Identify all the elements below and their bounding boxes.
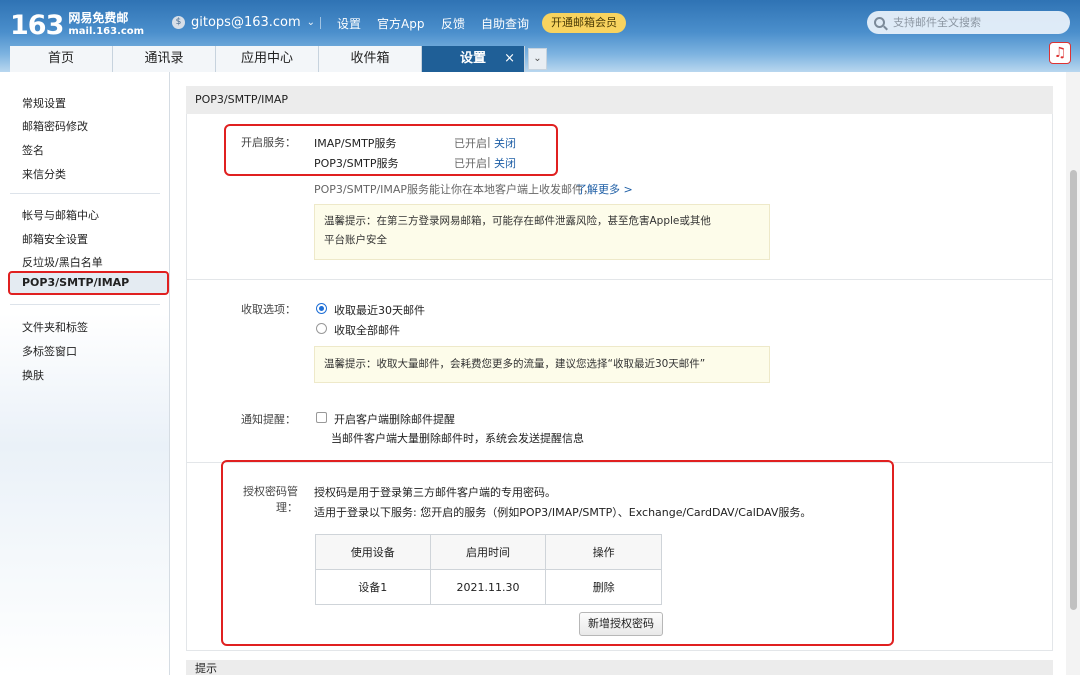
notify-checkbox[interactable] (316, 412, 327, 423)
tab-inbox[interactable]: 收件箱 (319, 46, 422, 72)
chevron-down-icon[interactable]: ⌄ (528, 48, 547, 70)
search-icon (874, 17, 885, 28)
separator: | (487, 155, 491, 168)
table-row: 设备1 2021.11.30 删除 (315, 569, 662, 605)
tab-app-center[interactable]: 应用中心 (216, 46, 319, 72)
top-header: 163 网易免费邮 mail.163.com $ gitops@163.com … (0, 0, 1080, 72)
search-input[interactable] (893, 16, 1063, 29)
search-box[interactable] (867, 11, 1070, 34)
separator: | (487, 135, 491, 148)
music-icon[interactable]: ♫ (1049, 42, 1071, 64)
sidebar-item-account-center[interactable]: 帐号与邮箱中心 (22, 207, 99, 223)
auth-description: 授权码是用于登录第三方邮件客户端的专用密码。 (314, 486, 556, 499)
tab-settings-label: 设置 (459, 51, 486, 66)
services-label: 开启服务： (241, 136, 296, 149)
close-icon[interactable]: × (504, 46, 515, 72)
imap-service-name: IMAP/SMTP服务 (314, 137, 397, 150)
fetch-all-radio[interactable] (316, 323, 327, 334)
enabled-date: 2021.11.30 (429, 569, 547, 605)
self-service-link[interactable]: 自助查询 (481, 15, 529, 32)
service-description: POP3/SMTP/IMAP服务能让你在本地客户端上收发邮件， (314, 183, 595, 196)
table-header-row: 使用设备 启用时间 操作 (315, 534, 662, 570)
fetch-30days-label[interactable]: 收取最近30天邮件 (334, 302, 425, 318)
tab-settings[interactable]: 设置 × (422, 46, 525, 72)
pop3-close-link[interactable]: 关闭 (494, 155, 516, 171)
logo-number: 163 (10, 9, 64, 41)
sidebar-item-password[interactable]: 邮箱密码修改 (22, 118, 88, 134)
pop3-service-name: POP3/SMTP服务 (314, 157, 399, 170)
auth-services: 适用于登录以下服务: 您开启的服务（例如POP3/IMAP/SMTP）、Exch… (314, 506, 812, 519)
account-menu[interactable]: $ gitops@163.com ⌄ (172, 15, 315, 30)
add-auth-password-button[interactable]: 新增授权密码 (579, 612, 663, 636)
device-name: 设备1 (315, 569, 431, 605)
col-device: 使用设备 (315, 534, 431, 570)
chevron-down-icon: ⌄ (306, 17, 316, 28)
notify-option-label[interactable]: 开启客户端删除邮件提醒 (334, 411, 455, 427)
tab-home[interactable]: 首页 (10, 46, 113, 72)
sidebar-item-mail-category[interactable]: 来信分类 (22, 166, 66, 182)
col-enabled-time: 启用时间 (429, 534, 547, 570)
sidebar-item-multi-tab[interactable]: 多标签窗口 (22, 343, 77, 359)
sidebar-item-folders[interactable]: 文件夹和标签 (22, 319, 88, 335)
sidebar-divider (10, 193, 160, 194)
fetch-30days-radio[interactable] (316, 303, 327, 314)
fetch-all-label[interactable]: 收取全部邮件 (334, 322, 400, 338)
notify-description: 当邮件客户端大量删除邮件时，系统会发送提醒信息 (331, 432, 584, 445)
imap-service-status: 已开启 (454, 137, 487, 150)
sidebar-item-pop3[interactable]: POP3/SMTP/IMAP (8, 271, 169, 295)
security-tip-line1: 温馨提示：在第三方登录网易邮箱，可能存在邮件泄露风险，甚至危害Apple或其他 (324, 215, 711, 227)
notify-label: 通知提醒： (241, 413, 296, 426)
mail-logo[interactable]: 163 网易免费邮 mail.163.com (10, 8, 144, 42)
logo-domain: mail.163.com (68, 26, 145, 37)
official-app-link[interactable]: 官方App (377, 15, 424, 32)
vip-button[interactable]: 开通邮箱会员 (542, 13, 626, 33)
imap-close-link[interactable]: 关闭 (494, 135, 516, 151)
learn-more-link[interactable]: 了解更多 > (576, 181, 633, 197)
auth-label: 授权密码管理： (243, 485, 298, 514)
coin-icon: $ (172, 16, 185, 29)
account-email: gitops@163.com (191, 15, 301, 30)
delete-link[interactable]: 删除 (545, 569, 662, 605)
sidebar-item-security[interactable]: 邮箱安全设置 (22, 231, 88, 247)
settings-link[interactable]: 设置 (337, 15, 361, 32)
sidebar-item-signature[interactable]: 签名 (22, 142, 44, 158)
fetch-label: 收取选项： (241, 303, 296, 316)
sidebar-item-general[interactable]: 常规设置 (22, 95, 66, 111)
tab-bar: 首页 通讯录 应用中心 收件箱 设置 × ⌄ (10, 44, 547, 72)
sidebar-item-skin[interactable]: 换肤 (22, 367, 44, 383)
feedback-link[interactable]: 反馈 (441, 15, 465, 32)
logo-title: 网易免费邮 (68, 11, 129, 25)
security-tip: 温馨提示：在第三方登录网易邮箱，可能存在邮件泄露风险，甚至危害Apple或其他 … (314, 204, 770, 260)
divider (320, 17, 321, 29)
next-section-title: 提示 (186, 660, 1053, 675)
pop3-service-status: 已开启 (454, 157, 487, 170)
section-title: POP3/SMTP/IMAP (186, 86, 1053, 114)
tab-contacts[interactable]: 通讯录 (113, 46, 216, 72)
sidebar-divider (10, 304, 160, 305)
settings-sidebar: 常规设置 邮箱密码修改 签名 来信分类 帐号与邮箱中心 邮箱安全设置 反垃圾/黑… (0, 72, 170, 675)
divider (187, 279, 1052, 280)
scrollbar-thumb[interactable] (1070, 170, 1077, 610)
security-tip-line2: 平台账户安全 (324, 234, 387, 246)
col-action: 操作 (545, 534, 662, 570)
sidebar-item-antispam[interactable]: 反垃圾/黑白名单 (22, 254, 103, 270)
auth-table: 使用设备 启用时间 操作 设备1 2021.11.30 删除 (315, 534, 662, 605)
traffic-tip: 温馨提示：收取大量邮件，会耗费您更多的流量，建议您选择“收取最近30天邮件” (314, 346, 770, 383)
